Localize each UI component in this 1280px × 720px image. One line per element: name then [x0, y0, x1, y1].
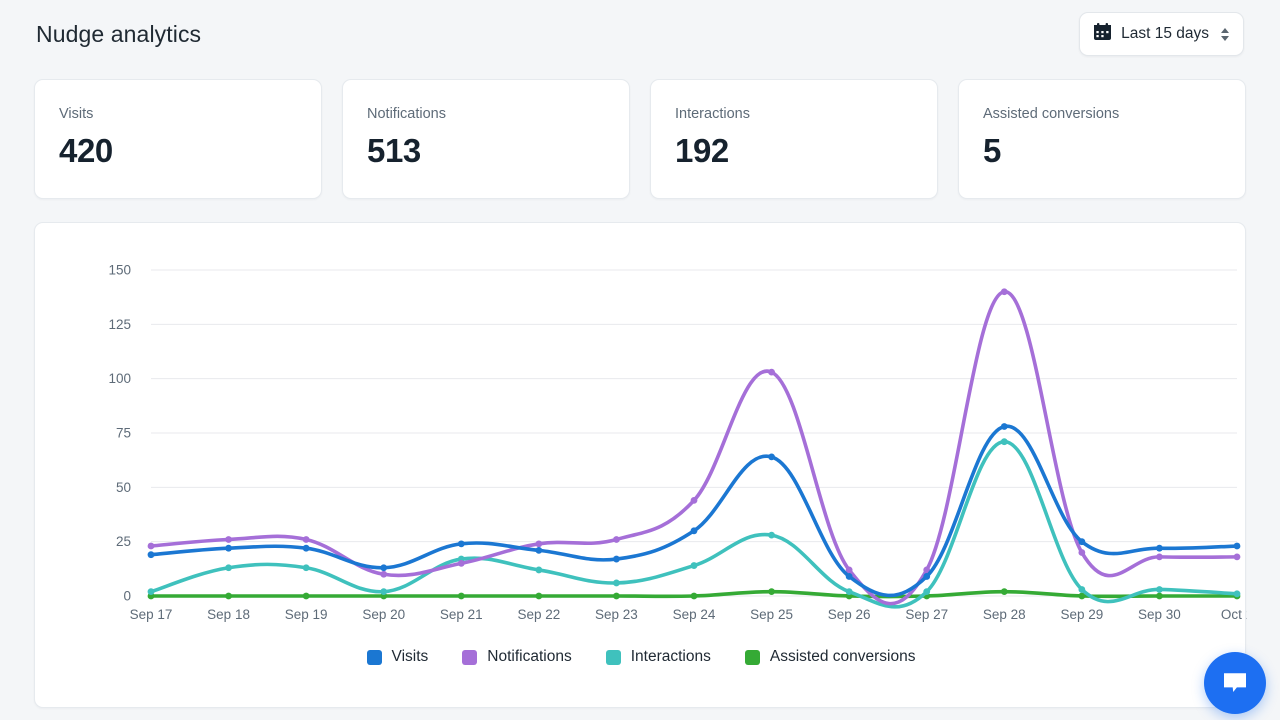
- stat-card-assisted-conversions: Assisted conversions 5: [958, 79, 1246, 199]
- legend-swatch-icon: [462, 649, 478, 665]
- svg-text:Sep 28: Sep 28: [983, 607, 1026, 622]
- svg-text:50: 50: [116, 480, 131, 495]
- page-header: Nudge analytics Last 15 days: [0, 0, 1280, 68]
- svg-text:Sep 21: Sep 21: [440, 607, 483, 622]
- stat-card-notifications: Notifications 513: [342, 79, 630, 199]
- stat-cards: Visits 420 Notifications 513 Interaction…: [34, 79, 1246, 199]
- legend-item-interactions[interactable]: Interactions: [605, 648, 711, 666]
- stat-value: 513: [367, 131, 421, 169]
- stat-label: Notifications: [367, 106, 446, 122]
- svg-text:Sep 17: Sep 17: [130, 607, 173, 622]
- chat-launcher-button[interactable]: [1204, 652, 1266, 714]
- calendar-icon: [1093, 22, 1112, 46]
- svg-text:Sep 22: Sep 22: [517, 607, 560, 622]
- stat-label: Interactions: [675, 106, 750, 122]
- svg-text:Sep 27: Sep 27: [905, 607, 948, 622]
- date-range-selector[interactable]: Last 15 days: [1079, 12, 1244, 56]
- chart-svg: 0 25 50 75 100 125 150 Sep 17 Sep 18 Sep 19 Sep 20…: [108, 263, 1247, 623]
- svg-text:100: 100: [108, 371, 131, 386]
- svg-text:125: 125: [108, 317, 131, 332]
- legend-label: Visits: [391, 648, 429, 665]
- legend-swatch-icon: [366, 649, 382, 665]
- svg-text:0: 0: [123, 589, 131, 604]
- svg-text:Sep 29: Sep 29: [1060, 607, 1103, 622]
- svg-text:Sep 24: Sep 24: [673, 607, 716, 622]
- svg-text:Oct 1: Oct 1: [1221, 607, 1247, 622]
- svg-text:Sep 19: Sep 19: [285, 607, 328, 622]
- legend-swatch-icon: [605, 649, 621, 665]
- chart-panel: 0 25 50 75 100 125 150 Sep 17 Sep 18 Sep 19 Sep 20…: [34, 222, 1247, 708]
- svg-text:Sep 25: Sep 25: [750, 607, 793, 622]
- stat-label: Assisted conversions: [983, 106, 1120, 122]
- up-down-chevron-icon[interactable]: [1221, 27, 1229, 41]
- legend-swatch-icon: [744, 649, 760, 665]
- line-chart: 0 25 50 75 100 125 150 Sep 17 Sep 18 Sep 19 Sep 20…: [35, 229, 1247, 629]
- page-title: Nudge analytics: [36, 20, 202, 47]
- stat-value: 420: [59, 131, 113, 169]
- chat-bubble-icon: [1220, 667, 1250, 700]
- stat-card-interactions: Interactions 192: [650, 79, 938, 199]
- stat-label: Visits: [59, 106, 94, 122]
- svg-text:150: 150: [108, 263, 131, 278]
- svg-text:Sep 26: Sep 26: [828, 607, 871, 622]
- svg-text:Sep 18: Sep 18: [207, 607, 250, 622]
- legend-item-visits[interactable]: Visits: [366, 648, 429, 666]
- svg-text:Sep 30: Sep 30: [1138, 607, 1181, 622]
- stat-card-visits: Visits 420: [34, 79, 322, 199]
- svg-text:75: 75: [116, 426, 131, 441]
- legend-label: Interactions: [630, 648, 711, 665]
- legend-label: Notifications: [487, 648, 572, 665]
- legend-item-notifications[interactable]: Notifications: [462, 648, 572, 666]
- stat-value: 5: [983, 131, 1001, 169]
- legend-label: Assisted conversions: [769, 648, 916, 665]
- legend-item-assisted-conversions[interactable]: Assisted conversions: [744, 648, 916, 666]
- date-range-label: Last 15 days: [1121, 25, 1209, 42]
- analytics-page: Nudge analytics Last 15 days Visits 420 …: [0, 0, 1280, 720]
- stat-value: 192: [675, 131, 729, 169]
- svg-text:Sep 20: Sep 20: [362, 607, 405, 622]
- svg-text:25: 25: [116, 534, 131, 549]
- chart-legend: Visits Notifications Interactions Assist…: [35, 648, 1247, 666]
- svg-text:Sep 23: Sep 23: [595, 607, 638, 622]
